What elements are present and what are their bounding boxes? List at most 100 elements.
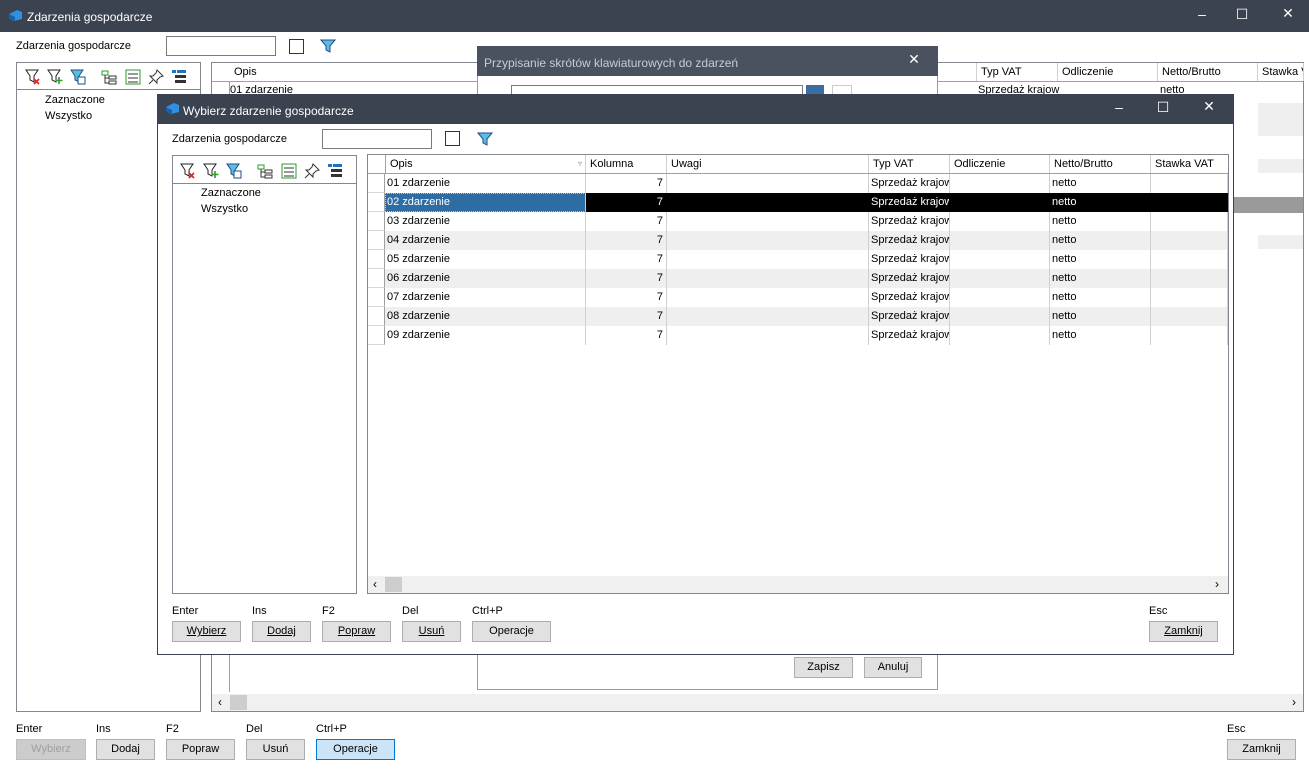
cell-stawka	[1151, 288, 1228, 307]
table-row[interactable]: 08 zdarzenie 7 Sprzedaż krajow netto	[368, 307, 1228, 326]
cell-kolumna: 7	[586, 288, 667, 307]
tree-list-icon[interactable]	[171, 69, 187, 85]
add-filter-icon[interactable]	[47, 69, 63, 85]
table-row[interactable]: 02 zdarzenie 7 Sprzedaż krajow netto	[368, 193, 1228, 212]
col-typ-vat[interactable]: Typ VAT	[869, 155, 950, 173]
table-row[interactable]: 06 zdarzenie 7 Sprzedaż krajow netto	[368, 269, 1228, 288]
save-button[interactable]: Zapisz	[794, 657, 853, 678]
dialog-tree-item-marked[interactable]: Zaznaczone	[201, 187, 261, 199]
row-indicator[interactable]	[368, 269, 385, 288]
table-row[interactable]: 04 zdarzenie 7 Sprzedaż krajow netto	[368, 231, 1228, 250]
dialog-select-button[interactable]: Wybierz	[172, 621, 241, 642]
filter-checkbox[interactable]	[289, 39, 304, 54]
col-stawka-vat[interactable]: Stawka VAT	[1151, 155, 1228, 173]
expand-tree-icon[interactable]	[257, 163, 273, 179]
dialog-minimize-button[interactable]: –	[1097, 99, 1141, 115]
dialog-delete-button[interactable]: Usuń	[402, 621, 461, 642]
row-indicator[interactable]	[368, 174, 385, 193]
col-uwagi[interactable]: Uwagi	[667, 155, 869, 173]
tree-list-icon[interactable]	[327, 163, 343, 179]
cell-stawka	[1151, 231, 1228, 250]
operations-button[interactable]: Operacje	[316, 739, 395, 760]
select-dialog-titlebar: Wybierz zdarzenie gospodarcze – ☐ ✕	[157, 94, 1234, 124]
clear-filter-icon[interactable]	[180, 163, 196, 179]
hotkey-ctrlp: Ctrl+P	[316, 723, 347, 735]
table-row[interactable]: 01 zdarzenie 7 Sprzedaż krajow netto	[368, 174, 1228, 193]
dialog-close-button[interactable]: ✕	[1187, 98, 1231, 115]
edit-button[interactable]: Popraw	[166, 739, 235, 760]
tree-item-marked[interactable]: Zaznaczone	[45, 94, 105, 106]
collapse-tree-icon[interactable]	[281, 163, 297, 179]
add-filter-icon[interactable]	[203, 163, 219, 179]
row-indicator[interactable]	[368, 326, 385, 345]
hotkey-f2: F2	[166, 723, 179, 735]
filter-table-icon[interactable]	[226, 163, 242, 179]
cell-uwagi	[667, 193, 869, 212]
select-dialog-title: Wybierz zdarzenie gospodarcze	[183, 104, 354, 118]
collapse-tree-icon[interactable]	[125, 69, 141, 85]
dialog-add-label: Dodaj	[267, 625, 296, 637]
shortcut-close-button[interactable]: ✕	[892, 51, 936, 68]
dialog-maximize-button[interactable]: ☐	[1141, 99, 1185, 116]
maximize-button[interactable]: ☐	[1220, 6, 1264, 23]
dialog-operations-button[interactable]: Operacje	[472, 621, 551, 642]
scroll-thumb[interactable]	[230, 695, 247, 710]
table-row[interactable]: 03 zdarzenie 7 Sprzedaż krajow netto	[368, 212, 1228, 231]
table-row[interactable]: 09 zdarzenie 7 Sprzedaż krajow netto	[368, 326, 1228, 345]
pin-icon[interactable]	[148, 69, 164, 85]
main-hscrollbar[interactable]: ‹ ›	[212, 694, 1303, 711]
dialog-delete-label: Usuń	[418, 625, 445, 637]
col-opis[interactable]: Opis	[230, 63, 480, 81]
table-row[interactable]: 07 zdarzenie 7 Sprzedaż krajow netto	[368, 288, 1228, 307]
row-indicator[interactable]	[368, 231, 385, 250]
tree-item-all[interactable]: Wszystko	[45, 110, 92, 122]
scroll-left-arrow[interactable]: ‹	[373, 577, 377, 591]
scroll-right-arrow[interactable]: ›	[1215, 577, 1219, 591]
row-indicator[interactable]	[368, 193, 385, 212]
minimize-button[interactable]: –	[1180, 6, 1224, 22]
cell-uwagi	[667, 326, 869, 345]
row-indicator[interactable]	[368, 288, 385, 307]
dialog-edit-label: Popraw	[337, 625, 376, 637]
col-odliczenie[interactable]: Odliczenie	[1058, 63, 1158, 81]
table-row[interactable]: 05 zdarzenie 7 Sprzedaż krajow netto	[368, 250, 1228, 269]
filter-funnel-icon[interactable]	[319, 38, 337, 54]
row-indicator[interactable]	[368, 307, 385, 326]
col-kolumna[interactable]: Kolumna	[586, 155, 667, 173]
dialog-add-button[interactable]: Dodaj	[252, 621, 311, 642]
select-button[interactable]: Wybierz	[16, 739, 86, 760]
cell-opis: 01 zdarzenie	[385, 174, 586, 193]
row-indicator[interactable]	[368, 250, 385, 269]
cell-typ-vat: Sprzedaż krajow	[869, 212, 950, 231]
filter-input[interactable]	[166, 36, 276, 56]
scroll-thumb[interactable]	[385, 577, 402, 592]
row-indicator[interactable]	[368, 212, 385, 231]
dialog-close-window-button[interactable]: Zamknij	[1149, 621, 1218, 642]
col-stawka[interactable]: Stawka V	[1258, 63, 1304, 81]
main-tree-toolbar	[17, 63, 200, 90]
expand-tree-icon[interactable]	[101, 69, 117, 85]
add-button[interactable]: Dodaj	[96, 739, 155, 760]
scroll-left-arrow[interactable]: ‹	[218, 695, 222, 709]
pin-icon[interactable]	[304, 163, 320, 179]
dialog-edit-button[interactable]: Popraw	[322, 621, 391, 642]
main-row-band	[1258, 235, 1303, 249]
dialog-filter-checkbox[interactable]	[445, 131, 460, 146]
dialog-filter-funnel-icon[interactable]	[476, 131, 494, 147]
filter-table-icon[interactable]	[70, 69, 86, 85]
col-odliczenie[interactable]: Odliczenie	[950, 155, 1050, 173]
col-netto-brutto[interactable]: Netto/Brutto	[1050, 155, 1151, 173]
scroll-right-arrow[interactable]: ›	[1292, 695, 1296, 709]
dialog-hscrollbar[interactable]: ‹ ›	[368, 576, 1228, 593]
dialog-filter-input[interactable]	[322, 129, 432, 149]
hotkey-enter: Enter	[16, 723, 43, 735]
close-button[interactable]: ✕	[1266, 5, 1309, 22]
col-netto-brutto[interactable]: Netto/Brutto	[1158, 63, 1258, 81]
col-typ-vat[interactable]: Typ VAT	[976, 63, 1058, 81]
col-opis[interactable]: Opis ▿	[385, 155, 586, 173]
close-window-button[interactable]: Zamknij	[1227, 739, 1296, 760]
dialog-tree-item-all[interactable]: Wszystko	[201, 203, 248, 215]
cancel-button[interactable]: Anuluj	[864, 657, 922, 678]
delete-button[interactable]: Usuń	[246, 739, 305, 760]
clear-filter-icon[interactable]	[25, 69, 41, 85]
